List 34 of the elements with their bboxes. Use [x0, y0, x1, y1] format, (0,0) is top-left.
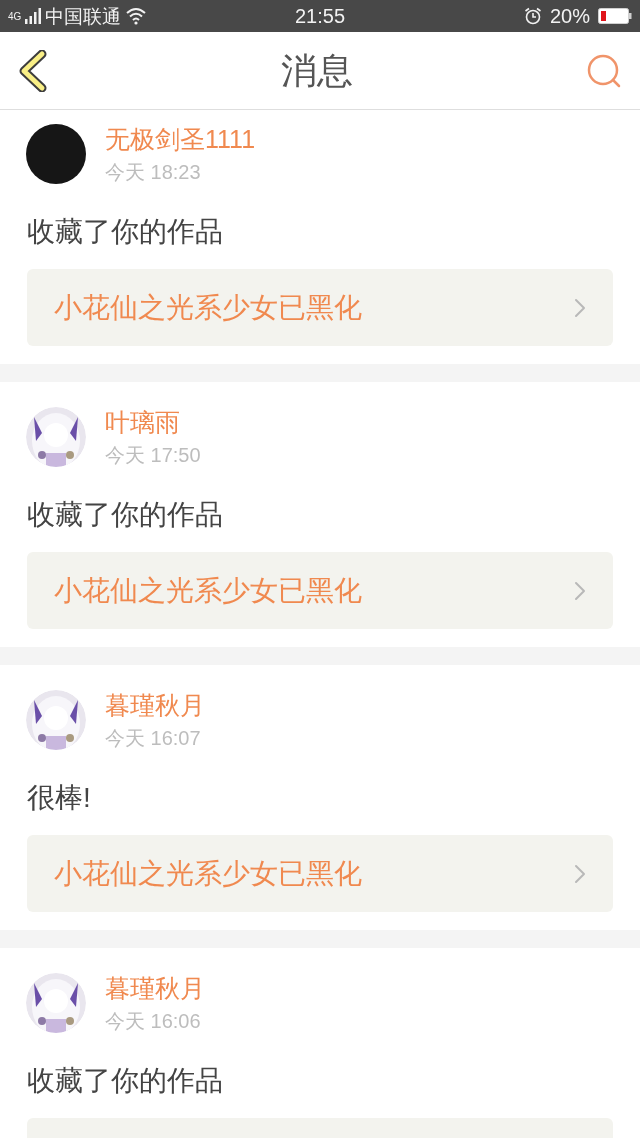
signal-icon	[25, 8, 42, 24]
battery-icon	[598, 8, 632, 24]
message-text: 很棒!	[26, 782, 92, 814]
chevron-right-icon	[574, 580, 586, 601]
clock-time: 21:55	[294, 6, 346, 26]
work-link[interactable]: 小花仙之光系少女已黑化	[27, 552, 613, 629]
carrier-label: 中国联通	[45, 6, 122, 26]
work-link[interactable]: 小花仙之光系少女已黑化	[27, 835, 613, 912]
user-name[interactable]: 叶璃雨	[105, 407, 201, 437]
back-icon	[18, 49, 48, 92]
page-title: 消息	[281, 52, 353, 89]
work-title: 小花仙之光系少女已黑化	[54, 293, 362, 322]
user-name[interactable]: 暮瑾秋月	[105, 690, 205, 720]
battery-percent: 20%	[549, 6, 590, 26]
network-label: 4G	[8, 11, 22, 22]
message-time: 今天 16:06	[105, 1009, 202, 1033]
message-text: 收藏了你的作品	[26, 216, 224, 248]
message-time: 今天 17:50	[105, 443, 201, 467]
chevron-right-icon	[574, 863, 586, 884]
message-time: 今天 18:23	[105, 160, 202, 184]
search-icon	[586, 52, 622, 89]
work-title: 小花仙之光系少女已黑化	[54, 576, 362, 605]
user-name[interactable]: 暮瑾秋月	[105, 973, 205, 1003]
alarm-icon	[523, 7, 542, 25]
message-time: 今天 16:07	[105, 726, 202, 750]
back-button[interactable]	[18, 49, 48, 92]
work-link[interactable]: 小花仙之光系少女已黑化	[27, 269, 613, 346]
work-title: 小花仙之光系少女已黑化	[54, 859, 362, 888]
avatar[interactable]	[26, 124, 86, 184]
chevron-right-icon	[574, 297, 586, 318]
wifi-icon	[125, 7, 148, 25]
user-name[interactable]: 无极剑圣1111	[105, 124, 256, 154]
message-text: 收藏了你的作品	[26, 499, 224, 531]
message-text: 收藏了你的作品	[26, 1065, 224, 1097]
